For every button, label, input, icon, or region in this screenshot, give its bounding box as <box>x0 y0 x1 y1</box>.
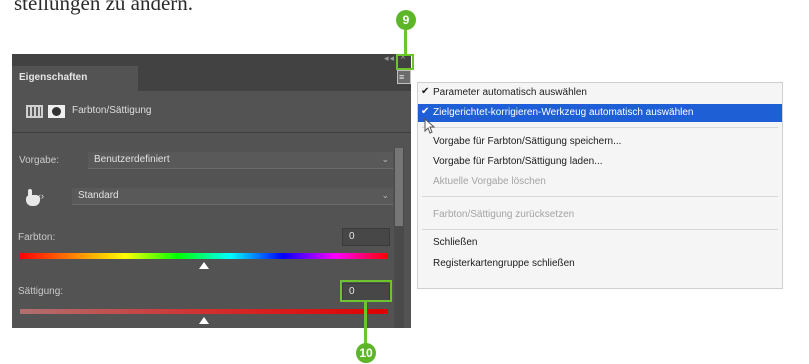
layer-mask-icon[interactable] <box>48 105 65 118</box>
panel-flyout-menu: ✔ Parameter automatisch auswählen ✔ Ziel… <box>417 82 783 289</box>
range-select[interactable]: Standard ⌄ <box>72 188 393 205</box>
tab-strip: Eigenschaften ≡ <box>12 66 411 91</box>
hue-saturation-adjustment-icon[interactable] <box>26 105 43 118</box>
checkmark-icon: ✔ <box>421 106 430 117</box>
callout-9-highlight <box>396 54 414 70</box>
range-value: Standard <box>78 190 119 201</box>
callout-9-line <box>404 30 407 55</box>
saturation-slider-handle[interactable] <box>199 317 209 324</box>
panel-menu-button[interactable]: ≡ <box>397 70 411 84</box>
menu-divider <box>422 127 778 128</box>
menu-item-auto-select-parameters[interactable]: ✔ Parameter automatisch auswählen <box>418 84 782 102</box>
scrollbar-thumb[interactable] <box>395 148 403 226</box>
tab-eigenschaften[interactable]: Eigenschaften <box>12 66 138 91</box>
preset-value: Benutzerdefiniert <box>94 154 170 165</box>
callout-10-highlight <box>340 280 392 302</box>
menu-item-load-preset[interactable]: Vorgabe für Farbton/Sättigung laden... <box>418 153 782 171</box>
menu-divider <box>422 229 778 230</box>
menu-divider <box>422 196 778 197</box>
hue-input[interactable]: 0 <box>342 228 390 246</box>
saturation-label: Sättigung: <box>18 286 64 297</box>
document-text: stellungen zu ändern. <box>14 0 194 15</box>
adjustment-header: Farbton/Sättigung <box>12 95 411 133</box>
checkmark-icon: ✔ <box>421 86 430 97</box>
scrollbar[interactable] <box>394 148 404 328</box>
divider <box>12 132 411 133</box>
preset-label: Vorgabe: <box>19 155 60 166</box>
menu-item-delete-preset: Aktuelle Vorgabe löschen <box>433 176 546 187</box>
tab-label: Eigenschaften <box>19 72 88 83</box>
chevron-down-icon: ⌄ <box>381 154 389 164</box>
menu-item-close[interactable]: Schließen <box>418 234 782 252</box>
hue-label: Farbton: <box>18 232 56 243</box>
callout-9: 9 <box>396 10 416 30</box>
mouse-cursor-icon <box>424 118 436 134</box>
saturation-bar <box>20 309 388 314</box>
menu-item-auto-select-targeted-tool[interactable]: ✔ Zielgerichtet-korrigieren-Werkzeug aut… <box>418 104 782 122</box>
adjustment-title: Farbton/Sättigung <box>72 105 152 116</box>
menu-item-save-preset[interactable]: Vorgabe für Farbton/Sättigung speichern.… <box>418 133 782 151</box>
preset-select[interactable]: Benutzerdefiniert ⌄ <box>88 152 393 169</box>
callout-10: 10 <box>356 343 376 363</box>
panel-title-bar <box>12 54 411 66</box>
targeted-adjustment-hand-icon[interactable]: ‹› <box>24 189 44 207</box>
collapse-icon[interactable]: ◂◂ <box>384 54 395 64</box>
menu-item-reset: Farbton/Sättigung zurücksetzen <box>433 209 575 220</box>
chevron-down-icon: ⌄ <box>381 190 389 200</box>
callout-10-line <box>364 302 367 346</box>
hue-spectrum-bar <box>20 253 388 259</box>
hue-slider-handle[interactable] <box>199 262 209 269</box>
hue-value: 0 <box>349 231 355 242</box>
panel-menu-icon: ≡ <box>399 72 405 82</box>
menu-item-close-tab-group[interactable]: Registerkartengruppe schließen <box>418 255 782 273</box>
